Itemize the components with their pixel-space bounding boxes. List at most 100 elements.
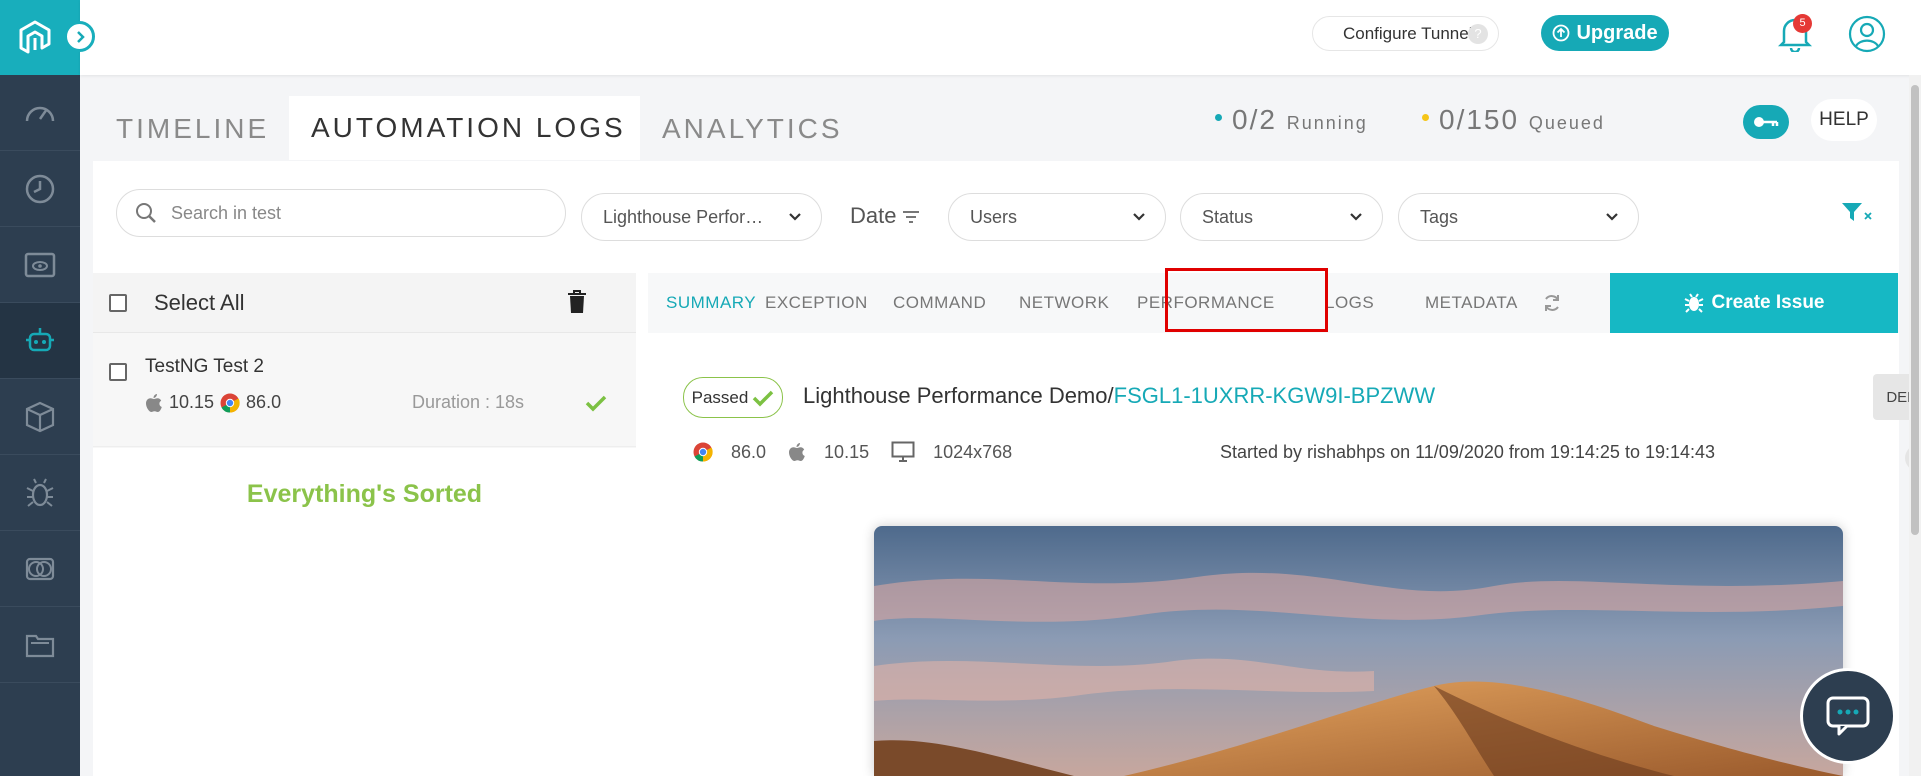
running-dot <box>1215 114 1222 122</box>
tab-timeline[interactable]: TIMELINE <box>116 97 269 161</box>
search-placeholder: Search in test <box>171 202 282 223</box>
clear-filter-button[interactable] <box>1841 201 1873 223</box>
filter-funnel-icon <box>1842 203 1862 221</box>
trash-icon[interactable] <box>567 290 587 314</box>
test-meta: 10.15 86.0 <box>145 392 281 413</box>
tab-metadata[interactable]: METADATA <box>1425 273 1518 333</box>
tags-dropdown[interactable]: Tags <box>1398 193 1639 241</box>
key-icon <box>1754 117 1779 127</box>
test-detail-pane: SUMMARY EXCEPTION COMMAND NETWORK PERFOR… <box>648 273 1921 776</box>
tab-analytics[interactable]: ANALYTICS <box>662 97 843 161</box>
test-id-link[interactable]: FSGL1-1UXRR-KGW9I-BPZWW <box>1114 383 1435 408</box>
chevron-down-icon <box>1606 213 1618 221</box>
environment-meta: 86.0 10.15 1024x768 <box>693 441 1012 463</box>
configure-tunnel-button[interactable]: Configure Tunnel ? <box>1312 16 1499 51</box>
running-label: Running <box>1286 113 1368 133</box>
select-all-row: Select All <box>93 273 636 333</box>
queued-dot <box>1422 114 1429 122</box>
page-scrollbar[interactable] <box>1909 75 1921 776</box>
chat-widget-button[interactable] <box>1800 668 1896 764</box>
test-checkbox[interactable] <box>109 363 127 381</box>
sidebar-item-compare[interactable] <box>0 531 80 607</box>
status-dropdown[interactable]: Status <box>1180 193 1383 241</box>
browser-version: 86.0 <box>246 392 282 412</box>
queued-stat: 0/150 Queued <box>1422 104 1605 136</box>
queued-count: 0/150 <box>1439 104 1520 135</box>
package-icon <box>25 401 55 432</box>
running-stat: 0/2 Running <box>1215 104 1368 136</box>
test-list-column: Select All TestNG Test 2 10.15 86.0 Dura… <box>93 273 636 776</box>
access-key-button[interactable] <box>1743 105 1789 139</box>
status-badge: Passed <box>683 377 783 418</box>
build-name: Lighthouse Performance Demo/ <box>803 383 1114 408</box>
tab-network[interactable]: NETWORK <box>1019 273 1109 333</box>
os-version: 10.15 <box>169 392 215 412</box>
test-title: Lighthouse Performance Demo/FSGL1-1UXRR-… <box>803 383 1435 409</box>
select-all-checkbox[interactable] <box>109 294 127 312</box>
apple-icon <box>789 443 805 461</box>
filter-row: Search in test Lighthouse Perfor… Date U… <box>93 161 1899 273</box>
tab-exception[interactable]: EXCEPTION <box>765 273 868 333</box>
env-browser-version: 86.0 <box>731 441 767 462</box>
check-icon <box>753 390 774 406</box>
sidebar-item-package[interactable] <box>0 379 80 455</box>
sidebar-item-files[interactable] <box>0 607 80 683</box>
sidebar-item-realtime[interactable] <box>0 151 80 227</box>
sidebar-item-issues[interactable] <box>0 455 80 531</box>
upgrade-button[interactable]: Upgrade <box>1541 15 1669 51</box>
bug-icon <box>26 478 54 507</box>
tab-logs[interactable]: LOGS <box>1325 273 1374 333</box>
sidebar-item-dashboard[interactable] <box>0 75 80 151</box>
build-dropdown[interactable]: Lighthouse Perfor… <box>581 193 822 241</box>
chat-bubble-icon <box>1826 696 1870 736</box>
search-input[interactable]: Search in test <box>116 189 566 237</box>
help-button[interactable]: HELP <box>1811 99 1877 141</box>
date-sort[interactable]: Date <box>850 203 921 229</box>
realtime-clock-icon <box>25 174 55 203</box>
visual-ui-icon <box>24 252 56 277</box>
chevron-down-icon <box>1133 213 1145 221</box>
left-sidebar <box>0 0 95 776</box>
env-os-version: 10.15 <box>824 441 870 462</box>
performance-tab-highlight <box>1165 268 1328 332</box>
help-circle-icon[interactable]: ? <box>1468 24 1488 44</box>
profile-avatar-icon[interactable] <box>1848 15 1886 53</box>
everything-sorted-message: Everything's Sorted <box>246 480 483 508</box>
bug-icon <box>1685 293 1704 313</box>
desert-wallpaper-image <box>874 526 1843 776</box>
status-dropdown-value: Status <box>1202 206 1254 227</box>
folder-icon <box>25 634 55 657</box>
scrollbar-thumb[interactable] <box>1911 85 1919 535</box>
sidebar-item-visual[interactable] <box>0 227 80 303</box>
chevron-down-icon <box>789 213 801 221</box>
running-count: 0/2 <box>1232 104 1277 135</box>
refresh-icon[interactable] <box>1542 293 1562 313</box>
check-icon <box>585 395 607 412</box>
tab-summary[interactable]: SUMMARY <box>666 273 756 333</box>
upgrade-label: Upgrade <box>1576 21 1658 44</box>
test-list-item[interactable]: TestNG Test 2 10.15 86.0 Duration : 18s <box>93 334 636 447</box>
started-by-info: Started by rishabhps on 11/09/2020 from … <box>1220 442 1716 462</box>
automation-robot-icon <box>26 327 54 351</box>
sort-lines-icon <box>903 211 920 223</box>
dashboard-icon <box>25 106 55 121</box>
monitor-icon <box>891 441 915 462</box>
chevron-right-icon <box>76 30 85 43</box>
create-issue-button[interactable]: Create Issue <box>1610 273 1898 333</box>
configure-tunnel-label: Configure Tunnel <box>1343 23 1473 43</box>
tab-automation-logs[interactable]: AUTOMATION LOGS <box>289 96 640 160</box>
chevron-down-icon <box>1350 213 1362 221</box>
sidebar-item-automation[interactable] <box>0 303 80 379</box>
users-dropdown-value: Users <box>970 206 1018 227</box>
tab-command[interactable]: COMMAND <box>893 273 986 333</box>
users-dropdown[interactable]: Users <box>948 193 1166 241</box>
select-all-label: Select All <box>154 290 245 315</box>
env-resolution: 1024x768 <box>933 441 1013 462</box>
search-icon <box>136 203 156 223</box>
sidebar-expand-button[interactable] <box>64 21 95 52</box>
main-panel: Search in test Lighthouse Perfor… Date U… <box>93 161 1921 776</box>
build-dropdown-value: Lighthouse Perfor… <box>603 206 764 227</box>
status-badge-label: Passed <box>691 387 749 407</box>
queued-label: Queued <box>1528 113 1605 133</box>
chrome-icon <box>220 393 240 413</box>
